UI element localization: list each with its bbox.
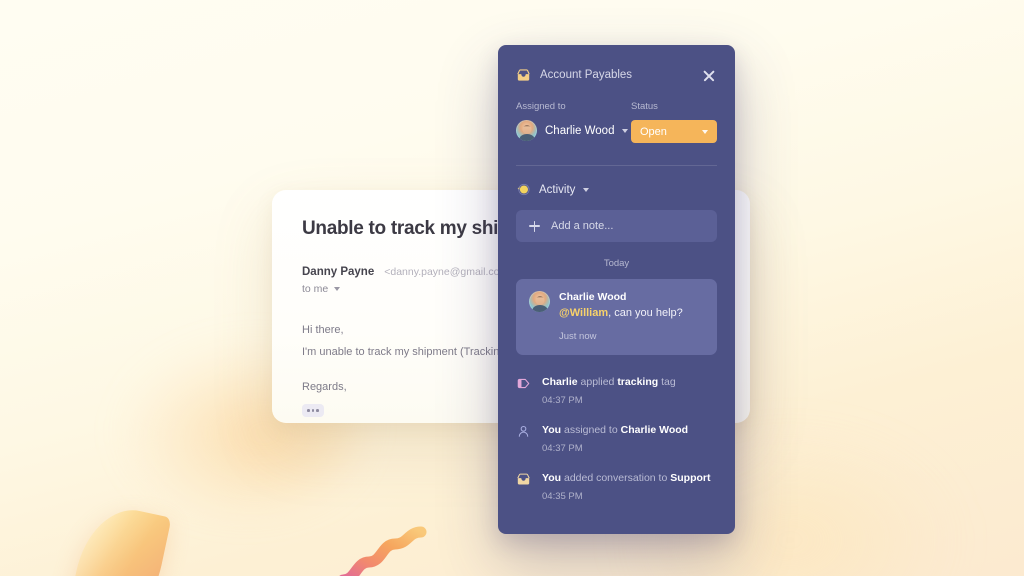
- inbox-icon: [517, 68, 530, 81]
- feed-object: tracking: [617, 376, 659, 388]
- avatar: [529, 291, 550, 312]
- feed-text: Charlie applied tracking tag: [542, 375, 676, 389]
- status-field: Status Open: [631, 101, 717, 143]
- list-item: Charlie applied tracking tag 04:37 PM: [516, 375, 717, 406]
- feed-actor: You: [542, 424, 562, 436]
- assigned-to-field: Assigned to Charlie Wood: [516, 101, 631, 143]
- plus-icon: [529, 220, 540, 232]
- person-icon: [518, 425, 529, 437]
- day-separator: Today: [603, 258, 630, 269]
- feed-text: You added conversation to Support: [542, 471, 710, 485]
- status-badge[interactable]: Open: [631, 120, 717, 143]
- note-author: Charlie Wood: [559, 291, 627, 303]
- panel-title: Account Payables: [540, 69, 633, 81]
- note-text-rest: , can you help?: [608, 307, 683, 319]
- activity-feed: Charlie applied tracking tag 04:37 PM Yo…: [498, 375, 735, 502]
- panel-header: Account Payables: [498, 45, 735, 83]
- email-sender-name: Danny Payne: [302, 266, 375, 278]
- assignment-row: Assigned to Charlie Wood Status Open: [498, 83, 735, 143]
- feed-object: Support: [670, 472, 711, 484]
- list-item: You assigned to Charlie Wood 04:37 PM: [516, 423, 717, 454]
- email-sender-address: <danny.payne@gmail.com>: [384, 266, 515, 278]
- feed-actor: You: [542, 472, 562, 484]
- conversation-details-panel: Account Payables Assigned to Charlie Woo…: [498, 45, 735, 534]
- activity-section-toggle[interactable]: Activity: [498, 166, 735, 197]
- decorative-petal-shape: [66, 500, 172, 576]
- chevron-down-icon: [334, 287, 341, 291]
- list-item: You added conversation to Support 04:35 …: [516, 471, 717, 502]
- chevron-down-icon: [622, 128, 629, 133]
- feed-suffix: tag: [658, 376, 676, 388]
- feed-timestamp: 04:35 PM: [542, 491, 583, 502]
- activity-history-icon: [517, 183, 530, 196]
- tag-icon: [517, 378, 530, 389]
- assigned-to-label: Assigned to: [516, 101, 566, 112]
- ellipsis-icon[interactable]: [302, 404, 324, 417]
- close-icon[interactable]: [701, 67, 717, 83]
- feed-object: Charlie Wood: [620, 424, 689, 436]
- feed-text: You assigned to Charlie Wood: [542, 423, 688, 437]
- email-recipient-label: to me: [302, 283, 329, 295]
- note-card: Charlie Wood @William, can you help? Jus…: [516, 279, 717, 355]
- assignee-name: Charlie Wood: [545, 124, 615, 137]
- status-value: Open: [640, 125, 667, 138]
- assignee-selector[interactable]: Charlie Wood: [516, 120, 631, 141]
- add-note-input[interactable]: Add a note...: [516, 210, 717, 242]
- inbox-icon: [517, 473, 530, 485]
- note-header: Charlie Wood @William, can you help?: [529, 291, 704, 319]
- feed-timestamp: 04:37 PM: [542, 395, 583, 406]
- chevron-down-icon: [583, 187, 590, 192]
- feed-timestamp: 04:37 PM: [542, 443, 583, 454]
- mention-token[interactable]: @William: [559, 307, 608, 319]
- feed-verb: added conversation to: [561, 472, 671, 484]
- add-note-placeholder: Add a note...: [551, 220, 614, 232]
- chevron-down-icon: [702, 129, 708, 134]
- feed-actor: Charlie: [542, 376, 578, 388]
- avatar: [516, 120, 537, 141]
- activity-label: Activity: [539, 183, 576, 196]
- decorative-squiggle-shape: [339, 526, 427, 576]
- note-timestamp: Just now: [559, 331, 597, 342]
- feed-verb: applied: [577, 376, 618, 388]
- note-text: @William, can you help?: [559, 307, 704, 319]
- status-label: Status: [631, 101, 658, 112]
- feed-verb: assigned to: [561, 424, 621, 436]
